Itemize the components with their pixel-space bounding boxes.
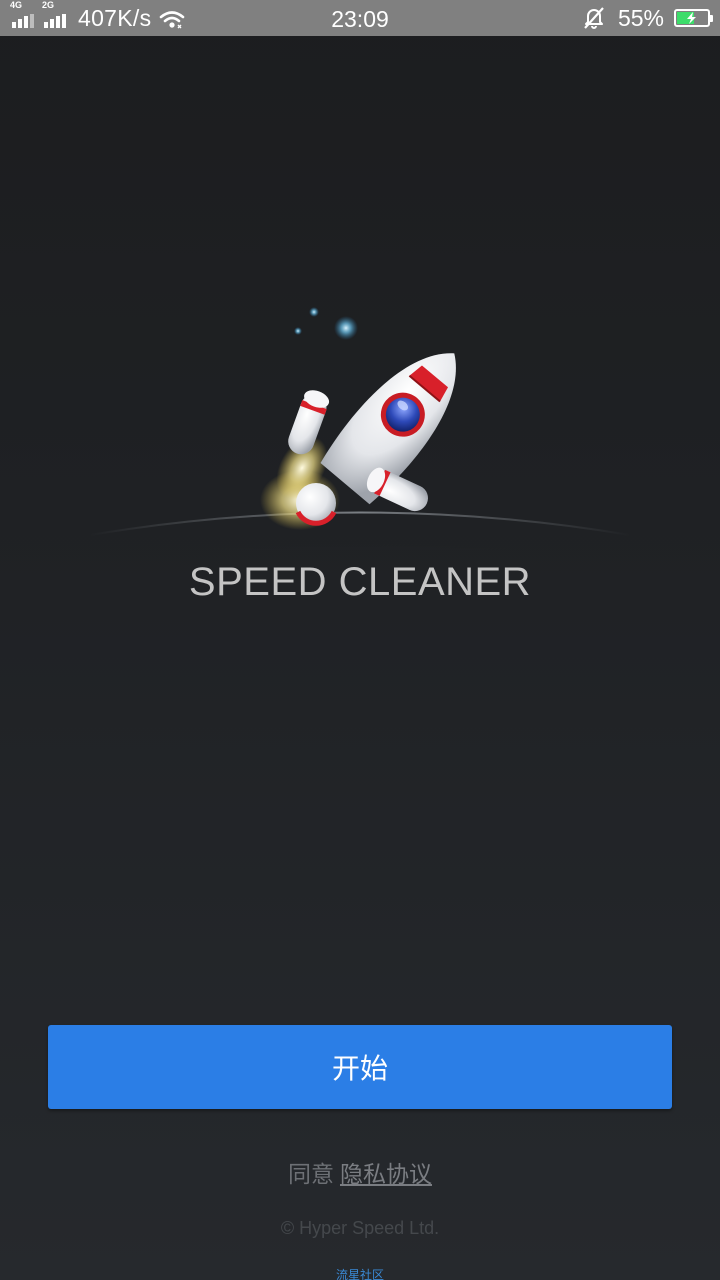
copyright-text: © Hyper Speed Ltd. [280, 1218, 440, 1238]
privacy-policy-link[interactable]: 隐私协议 [340, 1162, 432, 1188]
watermark-text: 流星社区 [335, 1268, 384, 1280]
privacy-agreement: 同意 隐私协议 [0, 1155, 720, 1189]
rocket-icon [60, 307, 660, 550]
app-name-title: SPEED CLEANER [188, 560, 532, 604]
battery-charging-icon [674, 9, 713, 27]
start-button[interactable]: 开始 [48, 1025, 672, 1109]
agree-prefix: 同意 [288, 1162, 334, 1188]
mute-icon [584, 7, 604, 29]
start-button-label: 开始 [331, 1052, 388, 1085]
battery-percent: 55% [617, 4, 664, 31]
status-bar: 4G 2G 407K/s 23:09 55% [0, 0, 720, 36]
status-right-group: 55% [582, 0, 713, 36]
